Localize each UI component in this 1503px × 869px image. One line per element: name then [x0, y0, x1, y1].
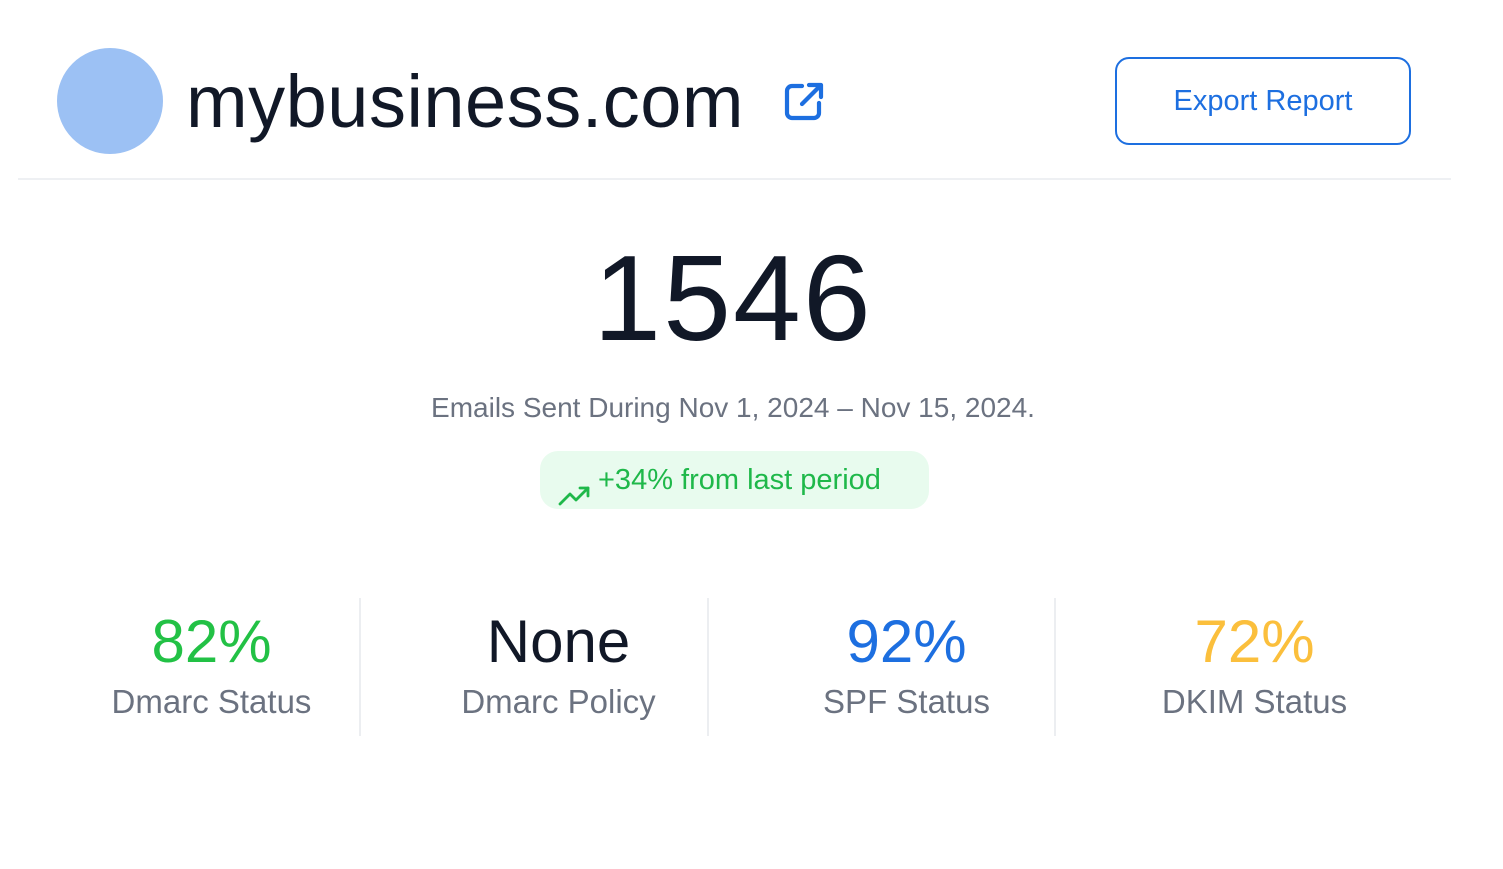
stat-divider [359, 598, 361, 736]
stat-label: Dmarc Status [111, 683, 312, 720]
page-header: mybusiness.com Export Report [0, 0, 1503, 180]
stat-value: 82% [151, 608, 272, 675]
stat-divider [1054, 598, 1056, 736]
stat-spf-status: 92% SPF Status [733, 598, 1080, 736]
stat-divider [707, 598, 709, 736]
trending-up-icon [558, 469, 592, 506]
stat-label: Dmarc Policy [461, 683, 656, 720]
trend-badge: +34% from last period [540, 451, 929, 509]
domain-avatar [57, 48, 163, 154]
stat-dkim-status: 72% DKIM Status [1081, 598, 1428, 736]
stats-row: 82% Dmarc Status None Dmarc Policy 92% S… [38, 598, 1428, 736]
stat-label: SPF Status [823, 683, 990, 720]
stat-value: None [486, 608, 631, 675]
domain-title: mybusiness.com [186, 60, 745, 143]
stat-dmarc-status: 82% Dmarc Status [38, 598, 385, 736]
stat-value: 92% [846, 608, 967, 675]
trend-text: +34% from last period [598, 464, 881, 496]
header-divider [18, 178, 1451, 180]
stat-value: 72% [1194, 608, 1315, 675]
emails-sent-count: 1546 [593, 230, 873, 366]
stat-label: DKIM Status [1161, 683, 1348, 720]
stat-dmarc-policy: None Dmarc Policy [385, 598, 732, 736]
external-link-icon[interactable] [782, 80, 828, 124]
period-description: Emails Sent During Nov 1, 2024 – Nov 15,… [431, 392, 1035, 423]
export-report-button[interactable]: Export Report [1115, 57, 1411, 145]
